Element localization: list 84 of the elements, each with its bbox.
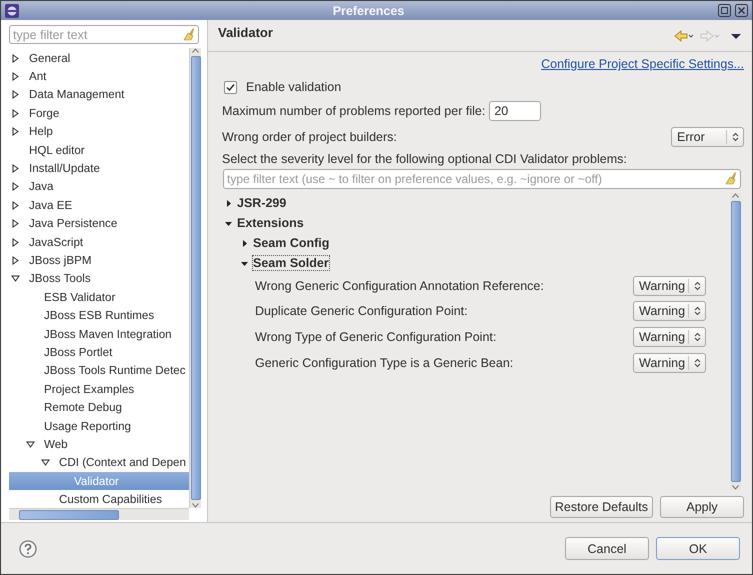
severity-dropdown[interactable]: Warning bbox=[633, 301, 706, 322]
tree-item[interactable]: CDI (Context and Depen bbox=[9, 454, 189, 472]
tree-item[interactable]: Web bbox=[9, 435, 189, 454]
tree-item[interactable]: HQL editor bbox=[9, 140, 189, 160]
filter-field[interactable]: type filter text bbox=[9, 25, 199, 44]
tree-item[interactable]: Java bbox=[9, 178, 189, 196]
severity-prompt: Select the severity level for the following optional CDI Validator problems: bbox=[222, 152, 627, 166]
tree-item[interactable]: JBoss Maven Integration bbox=[9, 324, 189, 344]
expand-arrow-icon[interactable] bbox=[41, 458, 50, 468]
tree-item[interactable]: JBoss Portlet bbox=[9, 343, 189, 362]
tree-item[interactable]: Remote Debug bbox=[9, 398, 189, 417]
expand-arrow-icon[interactable] bbox=[11, 182, 20, 192]
field-label: Maximum number of problems reported per file: bbox=[222, 104, 486, 118]
builder-order-dropdown[interactable]: Error bbox=[671, 127, 744, 147]
enable-checkbox[interactable] bbox=[224, 80, 237, 94]
tree-item[interactable]: Usage Reporting bbox=[9, 416, 189, 436]
expand-arrow-icon[interactable] bbox=[11, 274, 20, 284]
section-row[interactable]: JSR-299 bbox=[222, 193, 730, 213]
tree-item[interactable]: JBoss jBPM bbox=[9, 251, 189, 270]
tree-item[interactable]: General bbox=[9, 49, 189, 68]
tree-item[interactable]: Install/Update bbox=[9, 159, 189, 178]
spinner-arrows-icon bbox=[694, 306, 700, 316]
app-icon bbox=[5, 4, 19, 18]
expand-arrow-icon[interactable] bbox=[224, 198, 233, 208]
setting-label: Wrong Type of Generic Configuration Point: bbox=[255, 330, 496, 344]
tree-item[interactable]: JBoss Tools Runtime Detec bbox=[9, 362, 189, 380]
window-title: Preferences bbox=[332, 4, 406, 18]
restore-defaults-button[interactable]: Restore Defaults bbox=[550, 496, 653, 518]
severity-dropdown[interactable]: Warning bbox=[633, 276, 706, 296]
setting-label: Generic Configuration Type is a Generic Bean: bbox=[255, 356, 514, 370]
subsection-label[interactable]: Seam Solder bbox=[253, 256, 329, 270]
setting-label: Wrong Generic Configuration Annotation Reference: bbox=[255, 278, 544, 293]
expand-arrow-icon[interactable] bbox=[11, 90, 20, 100]
apply-button[interactable]: Apply bbox=[660, 496, 744, 518]
field-label: Wrong order of project builders: bbox=[222, 130, 397, 144]
expand-arrow-icon[interactable] bbox=[11, 54, 20, 63]
expand-arrow-icon[interactable] bbox=[11, 72, 20, 82]
section-row[interactable]: Extensions bbox=[222, 213, 730, 233]
back-arrow-icon[interactable] bbox=[674, 30, 694, 42]
expand-arrow-icon[interactable] bbox=[11, 108, 20, 118]
severity-filter-field[interactable]: type filter text (use ~ to filter on preference values, e.g. ~ignore or ~off) bbox=[223, 169, 741, 189]
clear-broom-icon[interactable] bbox=[183, 28, 195, 41]
max-problems-field[interactable]: 20 bbox=[489, 101, 542, 121]
tree-item[interactable]: Forge bbox=[9, 104, 189, 123]
expand-arrow-icon[interactable] bbox=[11, 164, 20, 174]
expand-arrow-icon[interactable] bbox=[11, 200, 20, 210]
tree-item[interactable]: Data Management bbox=[9, 86, 189, 104]
tree-item[interactable]: JBoss ESB Runtimes bbox=[9, 306, 189, 325]
setting-label: Duplicate Generic Configuration Point: bbox=[255, 304, 468, 318]
close-icon[interactable] bbox=[735, 4, 748, 17]
expand-arrow-icon[interactable] bbox=[240, 238, 249, 248]
view-menu-icon[interactable] bbox=[730, 32, 742, 40]
tree-item[interactable]: Custom Capabilities bbox=[9, 490, 189, 508]
expand-arrow-icon[interactable] bbox=[11, 219, 20, 228]
checkbox-label: Enable validation bbox=[246, 80, 342, 94]
expand-arrow-icon[interactable] bbox=[11, 256, 20, 265]
maximize-icon[interactable] bbox=[718, 4, 731, 17]
configure-settings-link[interactable]: Configure Project Specific Settings... bbox=[541, 57, 744, 71]
severity-dropdown[interactable]: Warning bbox=[633, 326, 706, 347]
vertical-scrollbar[interactable] bbox=[730, 193, 741, 490]
subsection-label[interactable]: Seam Config bbox=[253, 236, 330, 250]
help-icon[interactable] bbox=[19, 540, 37, 558]
tree-item[interactable]: Ant bbox=[9, 67, 189, 86]
tree-item[interactable]: Project Examples bbox=[9, 380, 189, 398]
spinner-arrows-icon bbox=[694, 358, 700, 368]
spinner-arrows-icon bbox=[694, 332, 700, 342]
tree-item[interactable]: Java EE bbox=[9, 196, 189, 215]
vertical-scrollbar[interactable] bbox=[189, 48, 201, 508]
spinner-arrows-icon bbox=[732, 132, 738, 142]
expand-arrow-icon[interactable] bbox=[11, 127, 20, 136]
tree-item[interactable]: JavaScript bbox=[9, 232, 189, 252]
severity-dropdown[interactable]: Warning bbox=[633, 352, 706, 373]
tree-item[interactable]: Help bbox=[9, 122, 189, 141]
expand-arrow-icon[interactable] bbox=[26, 440, 35, 449]
clear-broom-icon[interactable] bbox=[725, 172, 737, 185]
tree-item[interactable]: JBoss Tools bbox=[9, 270, 189, 288]
tree-item[interactable]: Java Persistence bbox=[9, 214, 189, 233]
tree-item[interactable]: ESB Validator bbox=[9, 288, 189, 306]
spinner-arrows-icon bbox=[694, 280, 700, 291]
expand-arrow-icon[interactable] bbox=[11, 238, 20, 247]
page-title: Validator bbox=[218, 25, 274, 40]
dialog-button[interactable]: Cancel bbox=[565, 537, 649, 560]
horizontal-scrollbar[interactable] bbox=[9, 508, 189, 520]
dialog-button[interactable]: OK bbox=[656, 537, 740, 560]
